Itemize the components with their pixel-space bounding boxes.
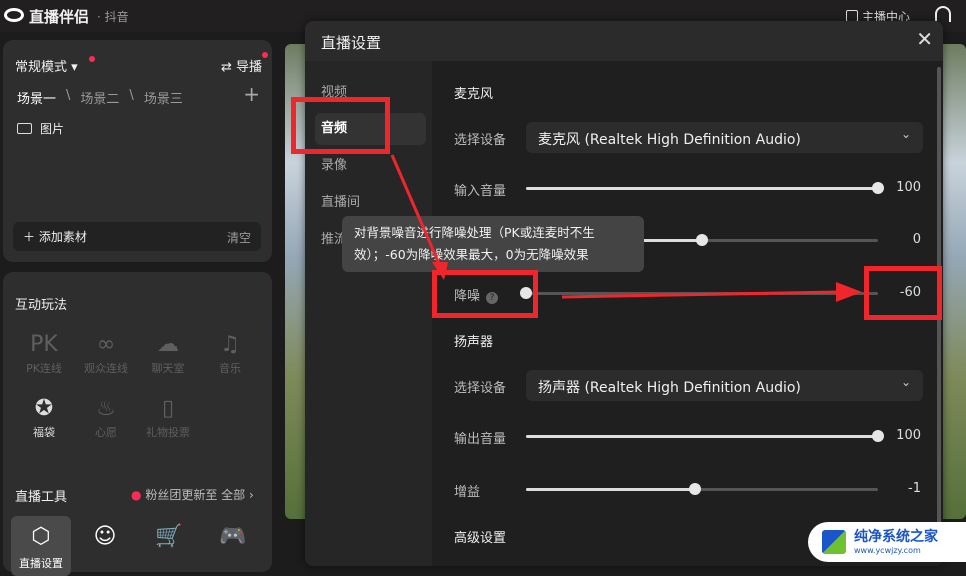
director-button[interactable]: ⇄ 导播 bbox=[221, 56, 262, 75]
input-volume-label: 输入音量 bbox=[454, 184, 507, 199]
interactive-label: PK连线 bbox=[26, 362, 62, 375]
hidden-slider-value: 0 bbox=[912, 232, 921, 247]
chevron-down-icon: ⌄ bbox=[900, 127, 911, 141]
tool-icon: 🎮 bbox=[219, 524, 247, 549]
interactive-item[interactable]: ♨ 心愿 bbox=[75, 394, 137, 440]
chevron-down-icon: ⌄ bbox=[900, 375, 911, 389]
interactive-item[interactable]: ✪ 福袋 bbox=[13, 394, 75, 440]
section-title: 互动玩法 bbox=[15, 298, 68, 313]
speaker-device-label: 选择设备 bbox=[454, 381, 507, 396]
interactive-label: 观众连线 bbox=[84, 362, 128, 375]
dialog-header: 直播设置 ✕ bbox=[305, 21, 943, 61]
interactive-label: 音乐 bbox=[219, 362, 241, 375]
app-name: 直播伴侣 bbox=[29, 8, 90, 26]
output-volume-value: 100 bbox=[896, 428, 921, 443]
tool-item[interactable]: 🛒 bbox=[139, 516, 199, 576]
interactive-icon: PK bbox=[30, 332, 58, 357]
noise-tooltip: 对背景噪音进行降噪处理（PK或连麦时不生效）；-60为降噪效果最大，0为无降噪效… bbox=[342, 216, 644, 272]
watermark-name: 纯净系统之家 bbox=[854, 529, 938, 545]
gain-label: 增益 bbox=[454, 485, 481, 500]
output-volume-label: 输出音量 bbox=[454, 432, 507, 447]
advanced-title: 高级设置 bbox=[454, 531, 507, 546]
speaker-device-select[interactable]: 扬声器 (Realtek High Definition Audio) ⌄ bbox=[526, 370, 923, 401]
image-icon bbox=[17, 123, 32, 134]
gain-slider[interactable] bbox=[526, 483, 878, 495]
scene-tab[interactable]: 场景一 bbox=[17, 88, 56, 107]
annotation-box bbox=[864, 266, 942, 320]
add-material-button[interactable]: ＋ 添加素材 bbox=[23, 228, 87, 245]
input-volume-slider[interactable] bbox=[526, 182, 884, 194]
interactive-item[interactable]: ∞ 观众连线 bbox=[75, 330, 137, 376]
platform-label: · 抖音 bbox=[97, 10, 129, 24]
tool-label: 直播设置 bbox=[19, 557, 63, 570]
add-scene-button[interactable]: + bbox=[243, 82, 260, 106]
scene-tab[interactable]: 场景二 bbox=[80, 88, 119, 107]
speaker-title: 扬声器 bbox=[454, 335, 494, 350]
interactive-icon: ▯ bbox=[161, 396, 175, 421]
close-icon[interactable]: ✕ bbox=[916, 27, 933, 51]
scene-panel: 常规模式 ▾ ⇄ 导播 场景一 \ 场景二 \ 场景三 + 图片 ＋ 添加素材 清空 bbox=[3, 40, 272, 262]
mic-device-select[interactable]: 麦克风 (Realtek High Definition Audio) ⌄ bbox=[526, 122, 923, 153]
app-logo-icon bbox=[4, 8, 24, 22]
clear-button[interactable]: 清空 bbox=[227, 229, 251, 246]
interactive-icon: ♫ bbox=[220, 332, 240, 357]
annotation-box bbox=[291, 97, 390, 154]
interactive-label: 心愿 bbox=[95, 426, 117, 439]
nav-live-room[interactable]: 直播间 bbox=[315, 187, 426, 219]
output-volume-slider[interactable] bbox=[526, 430, 884, 442]
watermark: 纯净系统之家 www.ycwjzy.com bbox=[808, 522, 966, 562]
mic-title: 麦克风 bbox=[454, 87, 494, 102]
interactive-label: 聊天室 bbox=[151, 362, 185, 375]
headset-icon[interactable] bbox=[935, 6, 951, 22]
watermark-url: www.ycwjzy.com bbox=[854, 546, 921, 555]
interactive-icon: ☁ bbox=[157, 332, 179, 357]
tools-notice[interactable]: ● 粉丝团更新至 全部 › bbox=[131, 486, 254, 503]
notification-dot bbox=[89, 56, 95, 62]
interactive-label: 礼物投票 bbox=[146, 426, 190, 439]
input-volume-value: 100 bbox=[896, 180, 921, 195]
scene-tabs: 场景一 \ 场景二 \ 场景三 bbox=[17, 88, 183, 107]
mode-dropdown[interactable]: 常规模式 ▾ bbox=[15, 56, 78, 75]
section-title: 直播工具 bbox=[15, 490, 68, 505]
source-item[interactable]: 图片 bbox=[17, 120, 64, 137]
interactive-item[interactable]: PK PK连线 bbox=[13, 330, 75, 376]
interactive-icon: ♨ bbox=[96, 396, 116, 421]
tools-row: ⬡ 直播设置 ☺ 🛒 🎮 bbox=[11, 516, 263, 576]
scene-tab[interactable]: 场景三 bbox=[144, 88, 183, 107]
interactive-icon: ∞ bbox=[96, 332, 116, 357]
interactive-panel: 互动玩法 PK PK连线 ∞ 观众连线 ☁ 聊天室 ♫ 音乐 ✪ 福袋 ♨ 心愿 ▯ 礼物投票 直播工具 … bbox=[3, 272, 272, 576]
nav-recording[interactable]: 录像 bbox=[315, 150, 426, 182]
watermark-logo-icon bbox=[822, 530, 846, 554]
dialog-title: 直播设置 bbox=[321, 34, 382, 52]
tool-icon: ⬡ bbox=[31, 524, 51, 549]
annotation-box bbox=[432, 270, 538, 318]
tool-item[interactable]: ☺ bbox=[75, 516, 135, 576]
gain-value: -1 bbox=[908, 481, 921, 496]
material-bar: ＋ 添加素材 清空 bbox=[13, 222, 261, 251]
interactive-item[interactable]: ▯ 礼物投票 bbox=[137, 394, 199, 440]
tool-item[interactable]: 🎮 bbox=[203, 516, 263, 576]
mic-device-label: 选择设备 bbox=[454, 133, 507, 148]
interactive-item[interactable]: ☁ 聊天室 bbox=[137, 330, 199, 376]
notification-dot bbox=[262, 52, 268, 58]
interactive-icon: ✪ bbox=[34, 396, 54, 421]
interactive-grid: PK PK连线 ∞ 观众连线 ☁ 聊天室 ♫ 音乐 ✪ 福袋 ♨ 心愿 ▯ 礼物投票 bbox=[13, 330, 263, 440]
tool-icon: 🛒 bbox=[155, 524, 183, 549]
tool-item[interactable]: ⬡ 直播设置 bbox=[11, 516, 71, 576]
live-settings-dialog: 直播设置 ✕ 视频 音频 录像 直播间 推流 麦克风 选择设备 麦克风 (Rea… bbox=[305, 21, 943, 566]
noise-slider[interactable] bbox=[520, 287, 878, 299]
interactive-label: 福袋 bbox=[33, 426, 55, 439]
tool-icon: ☺ bbox=[93, 524, 117, 549]
interactive-item[interactable]: ♫ 音乐 bbox=[199, 330, 261, 376]
